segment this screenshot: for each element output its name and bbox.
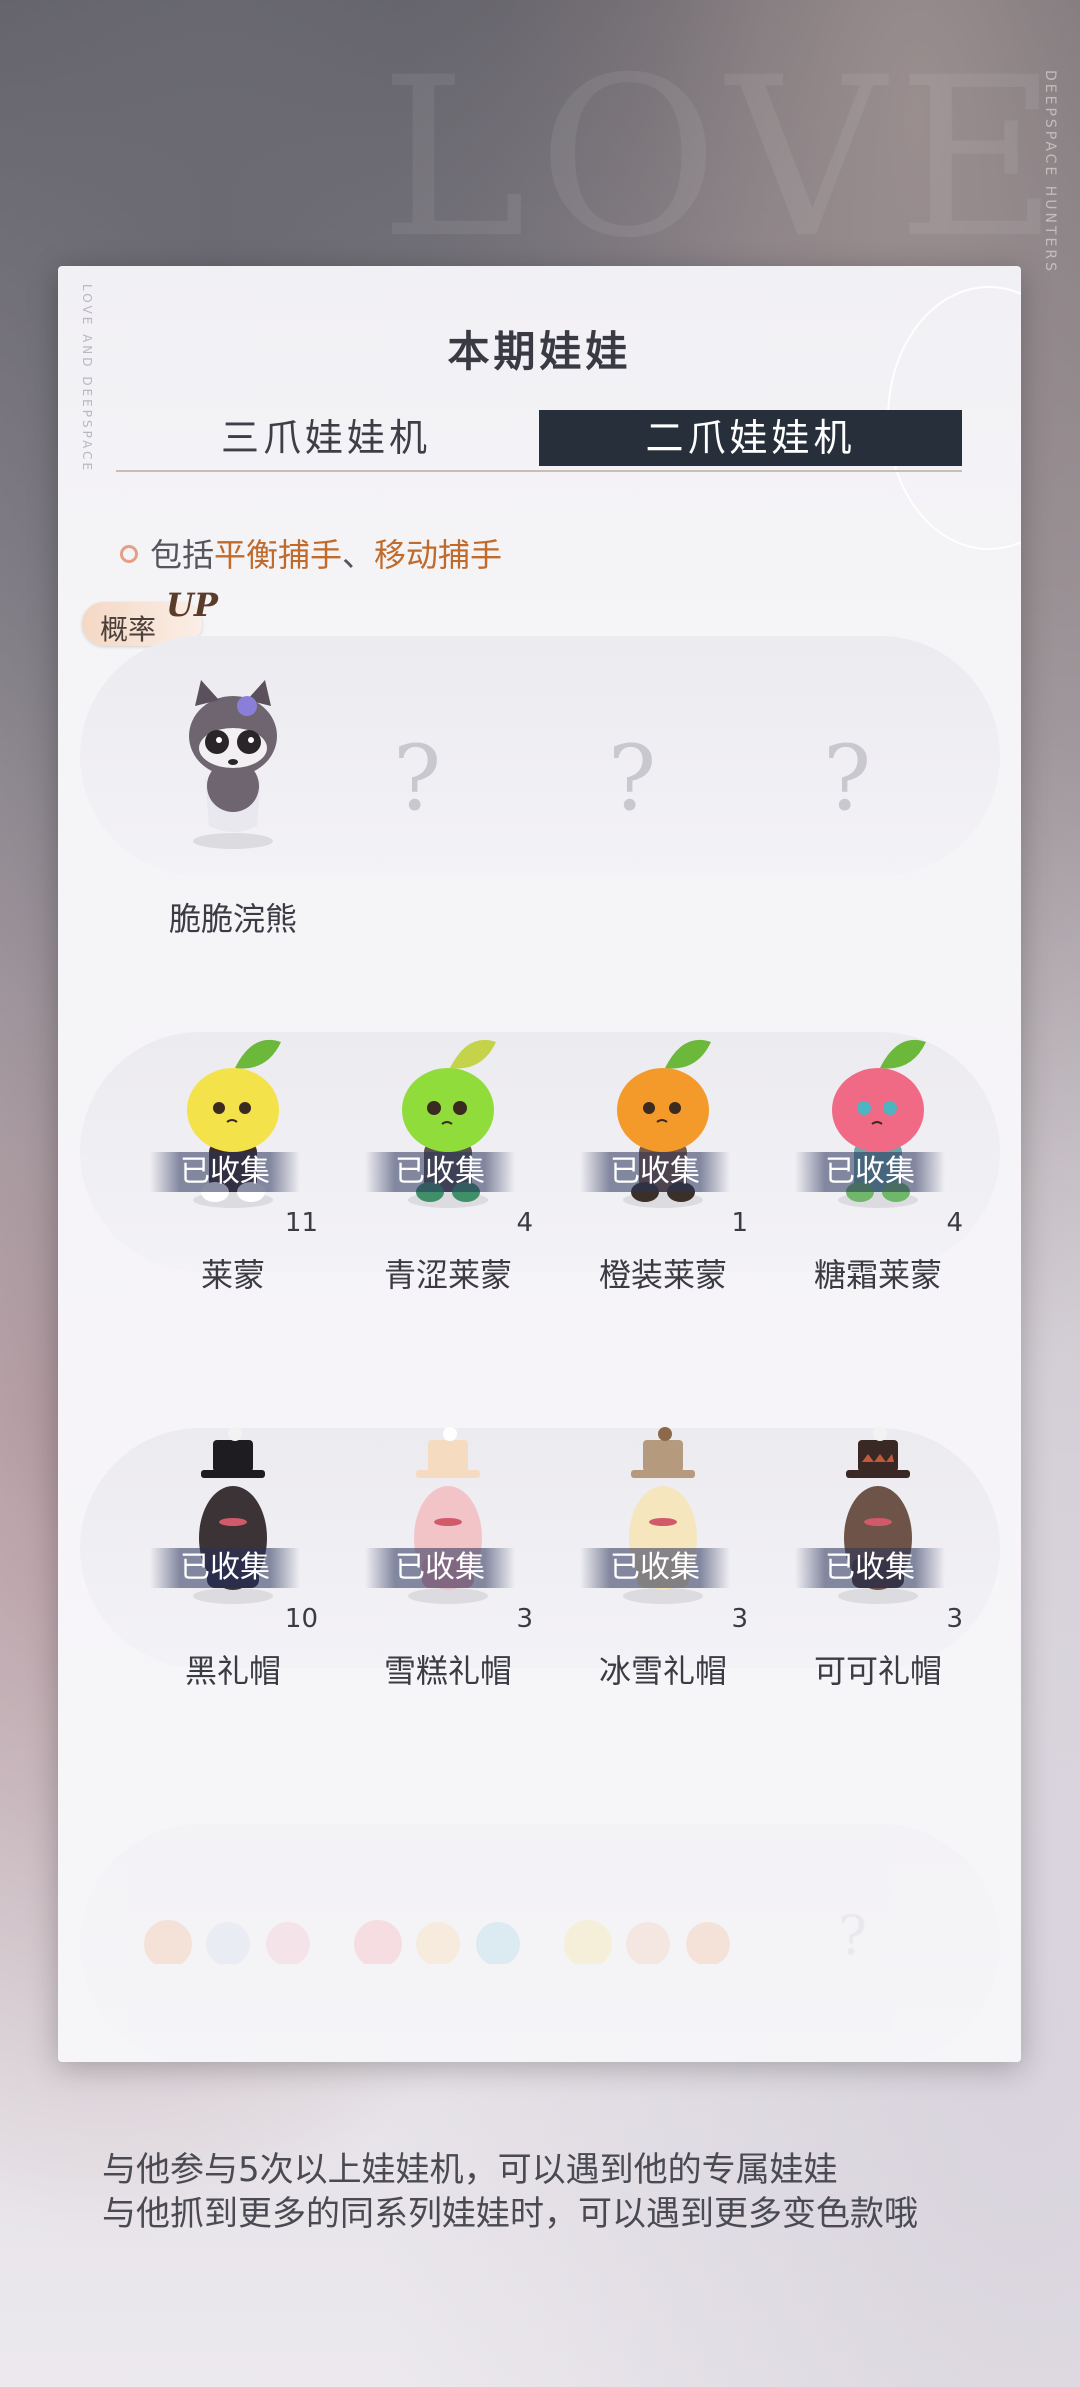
doll-item-pink-lemon[interactable]: 已收集 4 糖霜莱蒙 <box>793 1022 963 1342</box>
collected-badge: 已收集 <box>365 1152 515 1192</box>
doll-name: 冰雪礼帽 <box>598 1652 727 1690</box>
tab-two-claw[interactable]: 二爪娃娃机 <box>539 410 962 466</box>
doll-row-3: 已收集 10 黑礼帽 已收集 3 雪糕礼帽 已收集 3 冰雪礼帽 已收集 3 可… <box>58 1427 1021 1758</box>
background-watermark: LOVE <box>380 30 1071 286</box>
doll-item-pink-hat[interactable]: 已收集 3 雪糕礼帽 <box>363 1418 533 1738</box>
doll-row-1: 脆脆浣熊 ? ? ? <box>58 636 1021 966</box>
doll-name: 莱蒙 <box>200 1256 265 1294</box>
page-title: 本期娃娃 <box>447 327 632 376</box>
doll-name: 雪糕礼帽 <box>383 1652 512 1690</box>
doll-item-orange-lemon[interactable]: 已收集 1 橙装莱蒙 <box>578 1022 748 1342</box>
collected-badge: 已收集 <box>795 1152 945 1192</box>
doll-count: 10 <box>284 1604 318 1634</box>
tab-bar: 三爪娃娃机 二爪娃娃机 <box>116 410 962 472</box>
doll-name: 可可礼帽 <box>813 1652 942 1690</box>
svg-text:?: ? <box>838 1904 867 1964</box>
pink-lemon-doll-icon <box>832 1039 926 1208</box>
dolls-panel: LOVE AND DEEPSPACE 本期娃娃 三爪娃娃机 二爪娃娃机 包括平衡… <box>58 266 1021 2062</box>
collected-badge: 已收集 <box>150 1152 300 1192</box>
include-separator: 、 <box>342 536 375 574</box>
unknown-doll-icon: ? <box>608 726 657 831</box>
doll-item-unknown: ? <box>578 666 748 986</box>
doll-item-unknown: ? <box>363 666 533 986</box>
doll-item-cream-hat[interactable]: 已收集 3 冰雪礼帽 <box>578 1418 748 1738</box>
doll-count: 1 <box>731 1208 748 1238</box>
include-balance-catcher: 平衡捕手 <box>214 536 343 574</box>
doll-row-4: ? <box>58 1824 1021 2062</box>
doll-item-cocoa-hat[interactable]: 已收集 3 可可礼帽 <box>793 1418 963 1738</box>
doll-name: 橙装莱蒙 <box>598 1256 727 1294</box>
side-tag: DEEPSPACE HUNTERS <box>1042 70 1058 275</box>
include-description: 包括平衡捕手、移动捕手 <box>120 530 502 576</box>
bullet-icon <box>120 545 138 563</box>
doll-count: 3 <box>946 1604 963 1634</box>
unknown-doll-icon: ? <box>393 726 442 831</box>
green-lemon-doll-icon <box>402 1039 496 1208</box>
cocoa-top-hat-doll-icon <box>838 1427 918 1604</box>
doll-count: 3 <box>516 1604 533 1634</box>
include-prefix: 包括 <box>150 536 215 574</box>
lemon-doll-icon <box>187 1039 281 1208</box>
cream-top-hat-doll-icon <box>623 1427 703 1604</box>
doll-item-green-lemon[interactable]: 已收集 4 青涩莱蒙 <box>363 1022 533 1342</box>
caption-line-1: 与他参与5次以上娃娃机，可以遇到他的专属娃娃 <box>102 2150 838 2190</box>
raccoon-doll-icon <box>189 680 277 849</box>
include-move-catcher: 移动捕手 <box>374 536 503 574</box>
footer-caption: 与他参与5次以上娃娃机，可以遇到他的专属娃娃 与他抓到更多的同系列娃娃时，可以遇… <box>102 2148 918 2236</box>
doll-item-unknown: ? <box>793 666 963 986</box>
doll-name: 糖霜莱蒙 <box>813 1256 942 1294</box>
faded-dolls-icon: ? <box>144 1904 867 1964</box>
unknown-doll-icon: ? <box>823 726 872 831</box>
doll-count: 11 <box>284 1208 318 1238</box>
doll-count: 4 <box>946 1208 963 1238</box>
collected-badge: 已收集 <box>795 1548 945 1588</box>
tab-three-claw[interactable]: 三爪娃娃机 <box>116 410 536 466</box>
tab-divider <box>116 470 962 472</box>
doll-name: 黑礼帽 <box>184 1652 281 1690</box>
orange-lemon-doll-icon <box>617 1039 711 1208</box>
doll-count: 3 <box>731 1604 748 1634</box>
collected-badge: 已收集 <box>580 1152 730 1192</box>
doll-count: 4 <box>516 1208 533 1238</box>
doll-name: 脆脆浣熊 <box>168 900 297 938</box>
doll-row-2: 已收集 11 莱蒙 已收集 4 青涩莱蒙 已收集 1 橙装莱蒙 已收集 4 糖霜… <box>58 1032 1021 1362</box>
doll-item-raccoon[interactable]: 脆脆浣熊 <box>148 666 318 986</box>
collected-badge: 已收集 <box>150 1548 300 1588</box>
doll-item-lemon[interactable]: 已收集 11 莱蒙 <box>148 1022 318 1342</box>
black-top-hat-doll-icon <box>193 1427 273 1604</box>
collected-badge: 已收集 <box>580 1548 730 1588</box>
pink-top-hat-doll-icon <box>408 1427 488 1604</box>
doll-name: 青涩莱蒙 <box>383 1256 512 1294</box>
up-label: UP <box>166 586 218 624</box>
collected-badge: 已收集 <box>365 1548 515 1588</box>
caption-line-2: 与他抓到更多的同系列娃娃时，可以遇到更多变色款哦 <box>102 2194 918 2234</box>
doll-item-black-hat[interactable]: 已收集 10 黑礼帽 <box>148 1418 318 1738</box>
